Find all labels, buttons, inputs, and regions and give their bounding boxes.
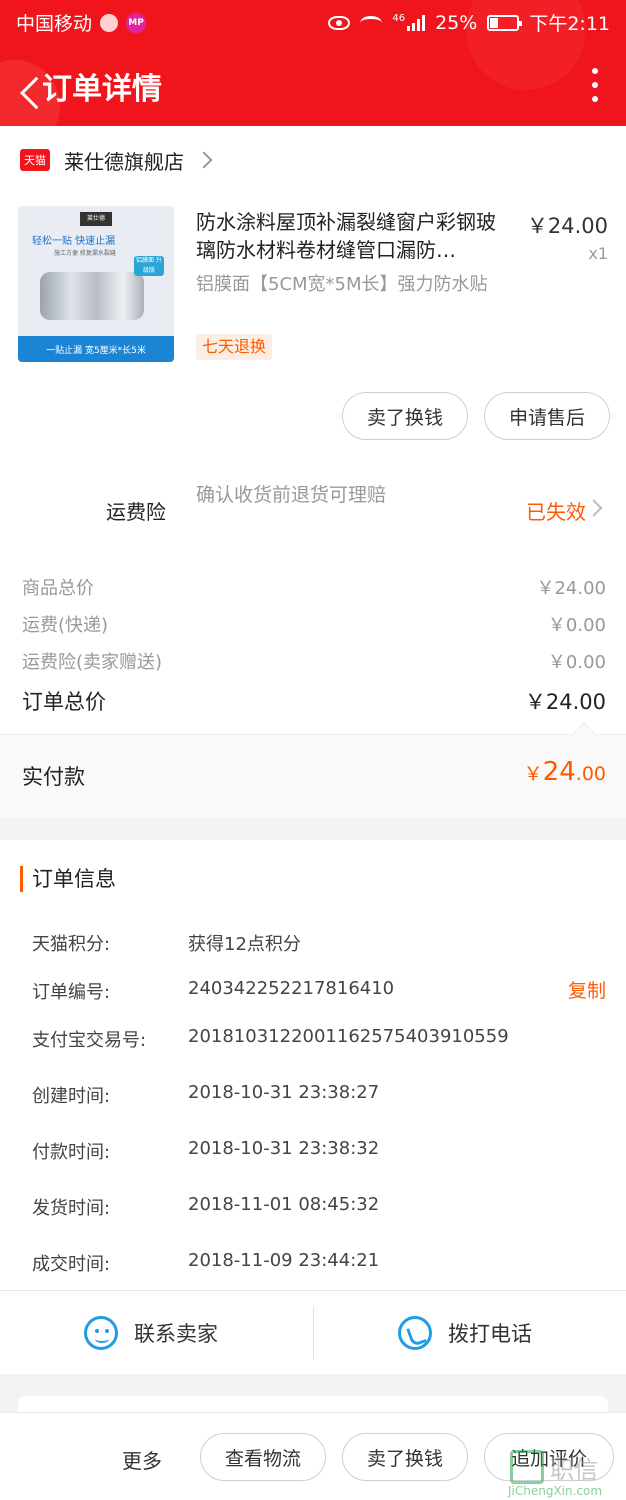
divider — [313, 1307, 314, 1359]
info-value: 2018-10-31 23:38:32 — [188, 1138, 380, 1159]
info-key: 创建时间: — [32, 1086, 111, 1107]
clock: 下午2:11 — [529, 13, 610, 35]
info-key: 成交时间: — [32, 1254, 111, 1275]
info-key: 订单编号: — [32, 982, 111, 1003]
page-title: 订单详情 — [42, 72, 162, 107]
carrier-label: 中国移动 — [16, 13, 93, 35]
notch-decoration — [572, 722, 596, 746]
header-area: 中国移动 MP 46 25% 下午2:11 订单详情 — [0, 0, 626, 126]
call-button[interactable]: 拨打电话 — [398, 1291, 532, 1375]
info-value: 获得12点积分 — [188, 934, 301, 955]
shop-link[interactable]: 天猫 莱仕德旗舰店 — [20, 146, 213, 174]
product-image-badge: 铝膜面 升级版 — [134, 256, 164, 276]
info-value: 2018103122001162575403910559 — [188, 1026, 509, 1047]
battery-percent: 25% — [435, 11, 478, 34]
battery-icon — [487, 14, 523, 31]
phone-icon — [398, 1316, 432, 1350]
signal-icon — [407, 14, 426, 31]
notification-icon — [100, 13, 119, 32]
watermark-text: 职信 — [550, 1456, 598, 1484]
section-heading: 订单信息 — [20, 866, 116, 892]
network-type-label: 46 — [392, 13, 406, 24]
product-image-footer: 一贴止漏 宽5厘米*长5米 — [18, 336, 174, 362]
sell-button[interactable]: 卖了换钱 — [342, 392, 468, 440]
order-total-label: 订单总价 — [22, 690, 106, 714]
paid-amount: ￥24.00 — [524, 757, 606, 787]
chat-face-icon — [84, 1316, 118, 1350]
after-sale-button[interactable]: 申请售后 — [484, 392, 610, 440]
back-arrow-icon[interactable] — [8, 62, 42, 106]
order-total-row: 订单总价 ￥24.00 — [22, 686, 606, 716]
info-value: 2018-10-31 23:38:27 — [188, 1082, 380, 1103]
return-policy-tag: 七天退换 — [196, 334, 273, 360]
tmall-icon: 天猫 — [20, 149, 50, 171]
product-image-headline: 轻松一贴 快速止漏 — [32, 236, 116, 247]
info-value: 2018-11-01 08:45:32 — [188, 1194, 380, 1215]
shipping-insurance-status[interactable]: 已失效 — [526, 496, 586, 525]
fee-label: 商品总价 — [22, 578, 94, 599]
product-title[interactable]: 防水涂料屋顶补漏裂缝窗户彩钢玻璃防水材料卷材缝管口漏防… — [196, 208, 514, 264]
call-label: 拨打电话 — [448, 1322, 532, 1346]
order-number: 240342252217816410 — [188, 978, 395, 999]
fee-row: 商品总价 ￥24.00 — [22, 574, 606, 600]
info-value: 2018-11-09 23:44:21 — [188, 1250, 380, 1271]
status-bar: 中国移动 MP 46 25% 下午2:11 — [0, 0, 626, 42]
shop-name: 莱仕德旗舰店 — [64, 149, 184, 174]
contact-seller-label: 联系卖家 — [134, 1322, 218, 1346]
sell-button-bottom[interactable]: 卖了换钱 — [342, 1433, 468, 1481]
info-key: 支付宝交易号: — [32, 1030, 147, 1051]
product-image-subtext: 施工方便 修复漏水裂缝 — [54, 250, 116, 257]
order-card: 天猫 莱仕德旗舰店 莱仕德 轻松一贴 快速止漏 施工方便 修复漏水裂缝 铝膜面 … — [0, 126, 626, 818]
product-quantity: x1 — [588, 244, 608, 263]
shipping-insurance-label: 运费险 — [106, 500, 166, 524]
fee-value: ￥24.00 — [536, 578, 606, 599]
info-key: 天猫积分: — [32, 934, 111, 955]
shipping-insurance-desc: 确认收货前退货可理赔 — [196, 484, 387, 506]
contact-seller-button[interactable]: 联系卖家 — [84, 1291, 218, 1375]
fee-label: 运费(快递) — [22, 615, 109, 636]
fee-value: ￥0.00 — [547, 652, 606, 673]
contact-bar: 联系卖家 拨打电话 — [0, 1290, 626, 1374]
watermark: 职信 JiChengXin.com — [502, 1444, 622, 1500]
watermark-url: JiChengXin.com — [508, 1484, 603, 1498]
fee-row: 运费(快递) ￥0.00 — [22, 611, 606, 637]
eye-comfort-icon — [328, 15, 351, 30]
mp-app-icon: MP — [126, 12, 147, 33]
chevron-right-icon[interactable] — [585, 499, 603, 517]
product-image-brand: 莱仕德 — [80, 212, 112, 226]
paid-integer: 24 — [542, 757, 576, 787]
product-image[interactable]: 莱仕德 轻松一贴 快速止漏 施工方便 修复漏水裂缝 铝膜面 升级版 一贴止漏 宽… — [18, 206, 174, 362]
product-spec: 铝膜面【5CM宽*5M长】强力防水贴 — [196, 274, 488, 295]
copy-button[interactable]: 复制 — [568, 976, 606, 1003]
view-logistics-button[interactable]: 查看物流 — [200, 1433, 326, 1481]
more-button[interactable]: 更多 — [122, 1445, 162, 1474]
paid-decimal: .00 — [575, 763, 606, 785]
wifi-icon — [360, 15, 383, 30]
more-vertical-icon[interactable] — [590, 68, 600, 102]
info-key: 发货时间: — [32, 1198, 111, 1219]
fee-value: ￥0.00 — [547, 615, 606, 636]
order-total-value: ￥24.00 — [524, 690, 606, 714]
info-key: 付款时间: — [32, 1142, 111, 1163]
tape-roll-graphic — [40, 272, 144, 320]
product-price: ￥24.00 — [526, 214, 608, 238]
fee-label: 运费险(卖家赠送) — [22, 652, 163, 673]
paid-amount-row: 实付款 ￥24.00 — [0, 722, 626, 818]
watermark-logo-icon — [510, 1450, 544, 1484]
chevron-right-icon — [195, 151, 213, 169]
paid-label: 实付款 — [22, 765, 85, 789]
fee-row: 运费险(卖家赠送) ￥0.00 — [22, 648, 606, 674]
paid-currency: ￥ — [523, 763, 543, 785]
nav-bar: 订单详情 — [0, 42, 626, 126]
order-info-section: 订单信息 天猫积分: 获得12点积分 订单编号: 240342252217816… — [0, 840, 626, 1290]
